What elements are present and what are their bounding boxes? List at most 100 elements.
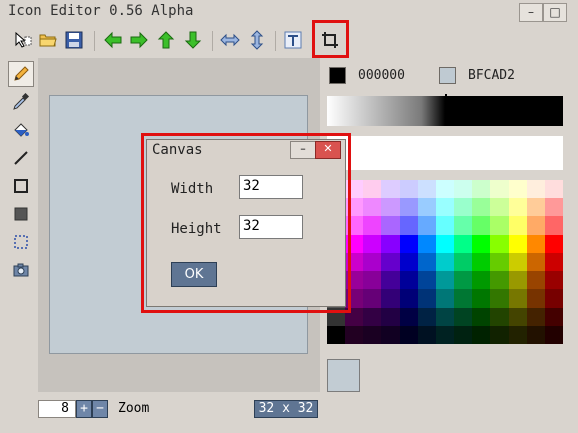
palette-swatch[interactable] (381, 289, 400, 308)
palette-swatch[interactable] (381, 216, 400, 235)
palette-swatch[interactable] (454, 271, 473, 290)
palette-swatch[interactable] (363, 180, 382, 199)
palette-swatch[interactable] (508, 271, 527, 290)
palette-swatch[interactable] (435, 234, 455, 253)
palette-swatch[interactable] (399, 289, 418, 308)
palette-swatch[interactable] (472, 325, 491, 344)
palette-swatch[interactable] (526, 325, 545, 344)
rectangle-outline-icon[interactable] (8, 173, 34, 199)
canvas-size-readout[interactable]: 32 x 32 (254, 400, 318, 418)
palette-swatch[interactable] (345, 325, 364, 344)
minimize-button[interactable]: – (519, 3, 543, 22)
palette-swatch[interactable] (417, 198, 436, 217)
palette-swatch[interactable] (508, 234, 527, 253)
palette-swatch[interactable] (544, 198, 563, 217)
camera-icon[interactable] (8, 257, 34, 283)
arrow-left-icon[interactable] (102, 29, 124, 51)
palette-swatch[interactable] (454, 307, 473, 326)
palette-swatch[interactable] (454, 180, 473, 199)
palette-swatch[interactable] (544, 271, 563, 290)
palette-swatch[interactable] (399, 307, 418, 326)
palette-swatch[interactable] (544, 180, 563, 199)
zoom-in-button[interactable]: + (76, 400, 92, 418)
fill-bucket-icon[interactable] (8, 117, 34, 143)
palette-swatch[interactable] (472, 289, 491, 308)
palette-swatch[interactable] (490, 180, 509, 199)
palette-swatch[interactable] (381, 271, 400, 290)
palette-swatch[interactable] (490, 216, 509, 235)
palette-swatch[interactable] (490, 234, 509, 253)
palette-swatch[interactable] (508, 307, 527, 326)
color-palette[interactable] (327, 180, 563, 344)
palette-swatch[interactable] (508, 289, 527, 308)
grayscale-gradient[interactable] (327, 96, 563, 126)
pencil-icon[interactable] (8, 61, 34, 87)
flip-horizontal-icon[interactable] (219, 29, 241, 51)
palette-swatch[interactable] (363, 307, 382, 326)
palette-swatch[interactable] (544, 234, 563, 253)
palette-swatch[interactable] (508, 252, 527, 272)
palette-swatch[interactable] (417, 271, 436, 290)
palette-swatch[interactable] (454, 252, 473, 272)
palette-swatch[interactable] (417, 289, 436, 308)
palette-swatch[interactable] (508, 180, 527, 199)
palette-swatch[interactable] (490, 271, 509, 290)
palette-swatch[interactable] (472, 234, 491, 253)
palette-swatch[interactable] (417, 234, 436, 253)
rectangle-filled-icon[interactable] (8, 201, 34, 227)
palette-swatch[interactable] (454, 234, 473, 253)
secondary-color-swatch[interactable] (439, 67, 456, 84)
palette-swatch[interactable] (435, 180, 455, 199)
palette-swatch[interactable] (490, 325, 509, 344)
palette-swatch[interactable] (526, 307, 545, 326)
palette-swatch[interactable] (472, 307, 491, 326)
palette-swatch[interactable] (544, 289, 563, 308)
palette-swatch[interactable] (435, 252, 455, 272)
palette-swatch[interactable] (399, 325, 418, 344)
palette-swatch[interactable] (327, 325, 346, 344)
palette-swatch[interactable] (526, 271, 545, 290)
palette-swatch[interactable] (435, 271, 455, 290)
zoom-out-button[interactable]: − (92, 400, 108, 418)
palette-swatch[interactable] (399, 180, 418, 199)
line-icon[interactable] (8, 145, 34, 171)
palette-swatch[interactable] (508, 216, 527, 235)
palette-swatch[interactable] (472, 198, 491, 217)
palette-swatch[interactable] (381, 307, 400, 326)
palette-swatch[interactable] (399, 198, 418, 217)
palette-swatch[interactable] (363, 198, 382, 217)
palette-swatch[interactable] (381, 252, 400, 272)
palette-swatch[interactable] (526, 198, 545, 217)
palette-swatch[interactable] (363, 271, 382, 290)
text-icon[interactable] (282, 29, 304, 51)
palette-swatch[interactable] (454, 325, 473, 344)
palette-swatch[interactable] (454, 289, 473, 308)
select-icon[interactable] (12, 29, 34, 51)
arrow-down-icon[interactable] (182, 29, 204, 51)
palette-swatch[interactable] (526, 252, 545, 272)
palette-swatch[interactable] (490, 252, 509, 272)
palette-swatch[interactable] (435, 216, 455, 235)
palette-swatch[interactable] (544, 216, 563, 235)
palette-swatch[interactable] (399, 271, 418, 290)
palette-swatch[interactable] (417, 252, 436, 272)
palette-swatch[interactable] (544, 307, 563, 326)
flip-vertical-icon[interactable] (246, 29, 268, 51)
palette-swatch[interactable] (435, 325, 455, 344)
maximize-button[interactable]: □ (543, 3, 567, 22)
palette-swatch[interactable] (544, 252, 563, 272)
palette-swatch[interactable] (454, 216, 473, 235)
palette-swatch[interactable] (526, 289, 545, 308)
palette-swatch[interactable] (363, 234, 382, 253)
palette-swatch[interactable] (399, 216, 418, 235)
palette-swatch[interactable] (508, 325, 527, 344)
palette-swatch[interactable] (417, 325, 436, 344)
palette-swatch[interactable] (490, 289, 509, 308)
palette-swatch[interactable] (435, 198, 455, 217)
palette-swatch[interactable] (417, 180, 436, 199)
palette-swatch[interactable] (472, 271, 491, 290)
palette-swatch[interactable] (490, 307, 509, 326)
palette-swatch[interactable] (435, 289, 455, 308)
palette-swatch[interactable] (526, 180, 545, 199)
zoom-value-field[interactable]: 8 (38, 400, 76, 418)
